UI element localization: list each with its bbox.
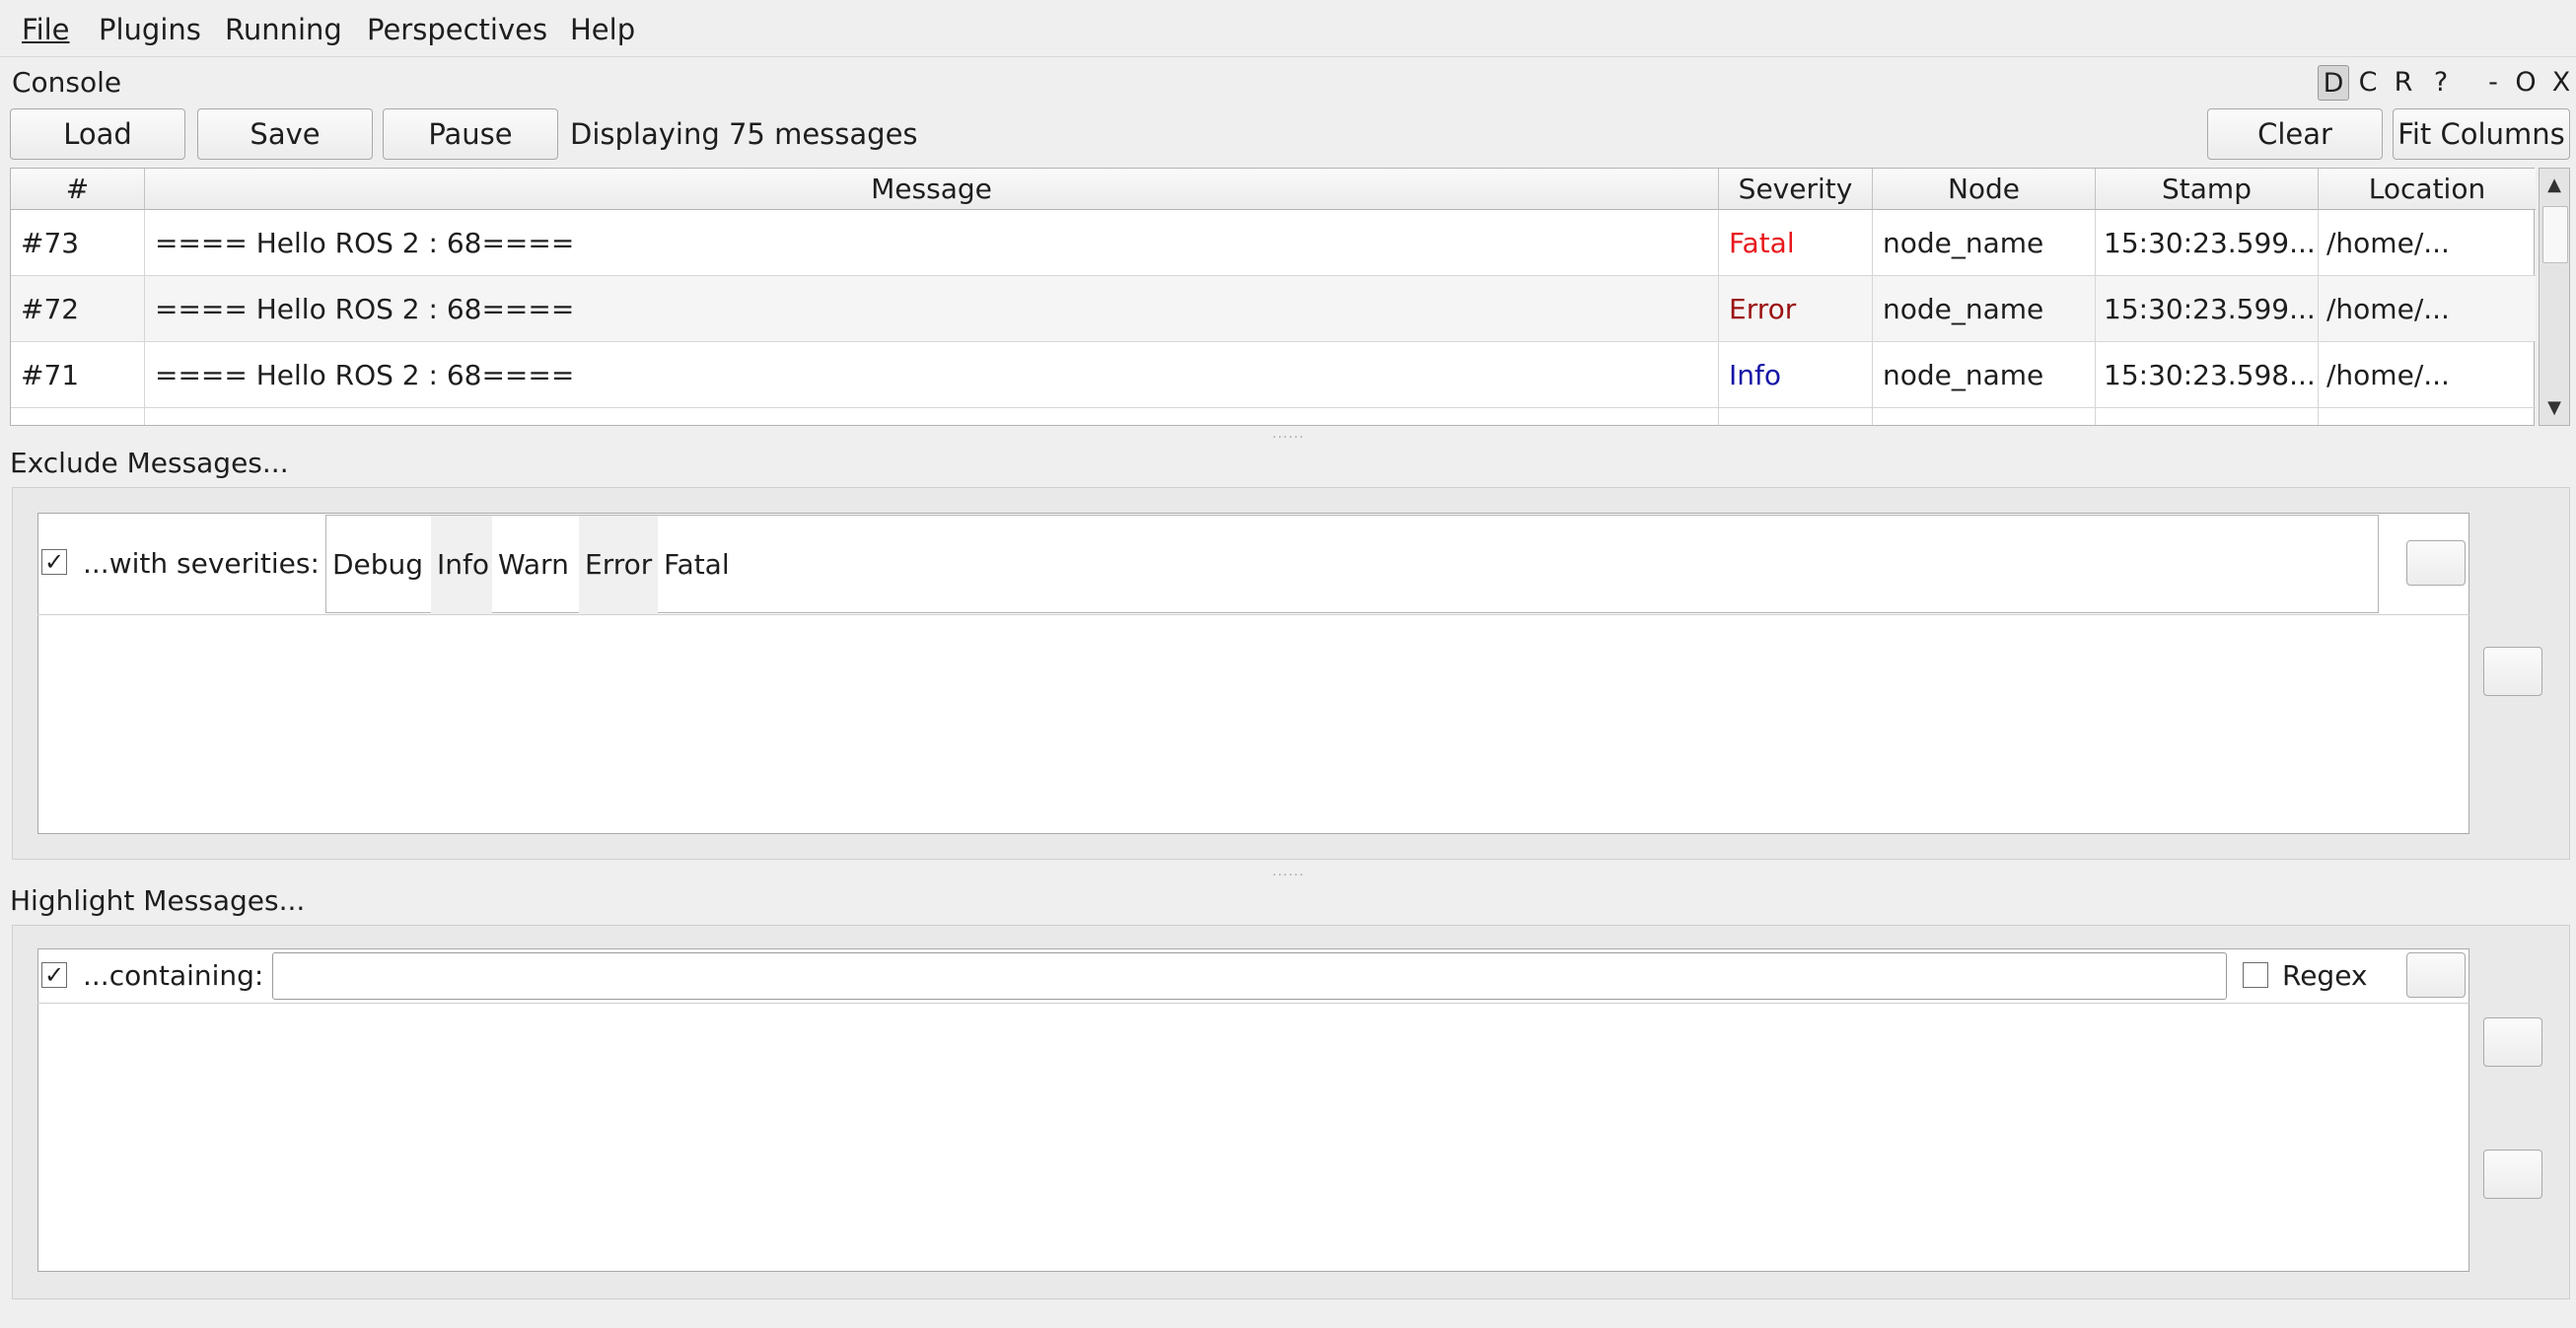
column-header-severity[interactable]: Severity <box>1719 169 1873 210</box>
exclude-severity-checkbox[interactable]: ✓ <box>41 549 67 575</box>
column-header-number[interactable]: # <box>11 169 145 210</box>
splitter-handle[interactable]: ...... <box>1272 864 1305 879</box>
severity-option-info[interactable]: Info <box>431 516 492 614</box>
menu-running-label: Running <box>225 13 342 46</box>
remove-exclude-filter-button[interactable] <box>2406 540 2466 586</box>
remove-highlight-filter-button[interactable] <box>2406 952 2466 998</box>
row-stamp: 15:30:23.599... <box>2096 210 2319 276</box>
row-number: #73 <box>11 210 145 276</box>
row-message: ==== Hello ROS 2 : 68==== <box>145 210 1719 276</box>
table-row[interactable] <box>1719 408 1873 425</box>
row-node: node_name <box>1873 342 2096 408</box>
highlight-messages-title: Highlight Messages... <box>10 884 306 917</box>
table-row[interactable] <box>2096 408 2319 425</box>
row-node: node_name <box>1873 210 2096 276</box>
menu-bar: File Plugins Running Perspectives Help <box>0 0 2576 57</box>
add-exclude-filter-button[interactable] <box>2483 647 2542 696</box>
dock-button[interactable]: D <box>2318 65 2349 101</box>
scroll-up-icon[interactable]: ▲ <box>2540 171 2569 200</box>
regex-checkbox[interactable] <box>2243 962 2268 988</box>
column-header-stamp[interactable]: Stamp <box>2096 169 2319 210</box>
menu-file-label: File <box>22 13 70 46</box>
exclude-severity-label: ...with severities: <box>83 547 320 580</box>
splitter-handle[interactable]: ...... <box>1272 426 1305 442</box>
messages-table[interactable]: # Message Severity Node Stamp Location #… <box>10 168 2536 426</box>
row-number: #72 <box>11 276 145 342</box>
row-severity: Error <box>1719 276 1873 342</box>
save-button[interactable]: Save <box>197 108 373 160</box>
plugin-title: Console <box>12 66 122 99</box>
menu-plugins[interactable]: Plugins <box>99 10 201 49</box>
load-button[interactable]: Load <box>10 108 185 160</box>
minimize-button[interactable]: - <box>2481 65 2505 101</box>
highlight-containing-checkbox[interactable]: ✓ <box>41 962 67 988</box>
column-header-location[interactable]: Location <box>2319 169 2536 210</box>
add-highlight-filter-button-2[interactable] <box>2483 1150 2542 1199</box>
scroll-down-icon[interactable]: ▼ <box>2540 393 2569 423</box>
table-row[interactable] <box>145 408 1719 425</box>
menu-running[interactable]: Running <box>225 10 342 49</box>
pause-button[interactable]: Pause <box>383 108 558 160</box>
menu-perspectives-label: Perspectives <box>367 13 548 46</box>
regex-label: Regex <box>2282 959 2368 992</box>
row-message: ==== Hello ROS 2 : 68==== <box>145 276 1719 342</box>
table-row[interactable] <box>1873 408 2096 425</box>
table-row[interactable] <box>11 408 145 425</box>
exclude-messages-title: Exclude Messages... <box>10 447 289 479</box>
severity-option-error[interactable]: Error <box>579 516 658 614</box>
row-stamp: 15:30:23.598... <box>2096 342 2319 408</box>
row-location: /home/... <box>2319 276 2536 342</box>
severity-option-warn[interactable]: Warn <box>492 516 575 614</box>
table-scrollbar[interactable]: ▲ ▼ <box>2539 168 2570 426</box>
severity-option-debug[interactable]: Debug <box>326 516 429 614</box>
scrollbar-thumb[interactable] <box>2542 206 2568 263</box>
config-button[interactable]: C <box>2355 65 2381 101</box>
column-header-message[interactable]: Message <box>145 169 1719 210</box>
row-stamp: 15:30:23.599... <box>2096 276 2319 342</box>
row-severity: Info <box>1719 342 1873 408</box>
severity-option-fatal[interactable]: Fatal <box>658 516 736 614</box>
menu-help-label: Help <box>570 13 636 46</box>
clear-button[interactable]: Clear <box>2207 108 2383 160</box>
fit-columns-button[interactable]: Fit Columns <box>2393 108 2570 160</box>
close-button[interactable]: X <box>2548 65 2574 101</box>
severity-list[interactable]: Debug Info Warn Error Fatal <box>325 515 2379 614</box>
menu-help[interactable]: Help <box>570 10 635 49</box>
add-highlight-filter-button[interactable] <box>2483 1017 2542 1067</box>
row-location: /home/... <box>2319 210 2536 276</box>
row-message: ==== Hello ROS 2 : 68==== <box>145 342 1719 408</box>
menu-perspectives[interactable]: Perspectives <box>367 10 547 49</box>
row-number: #71 <box>11 342 145 408</box>
help-button[interactable]: ? <box>2428 65 2454 101</box>
row-severity: Fatal <box>1719 210 1873 276</box>
menu-plugins-label: Plugins <box>99 13 201 46</box>
reload-button[interactable]: R <box>2391 65 2416 101</box>
column-header-node[interactable]: Node <box>1873 169 2096 210</box>
highlight-containing-label: ...containing: <box>83 959 264 992</box>
row-location: /home/... <box>2319 342 2536 408</box>
float-button[interactable]: O <box>2513 65 2539 101</box>
message-count-status: Displaying 75 messages <box>570 117 918 151</box>
highlight-text-input[interactable] <box>272 952 2227 1000</box>
row-node: node_name <box>1873 276 2096 342</box>
menu-file[interactable]: File <box>22 10 70 49</box>
